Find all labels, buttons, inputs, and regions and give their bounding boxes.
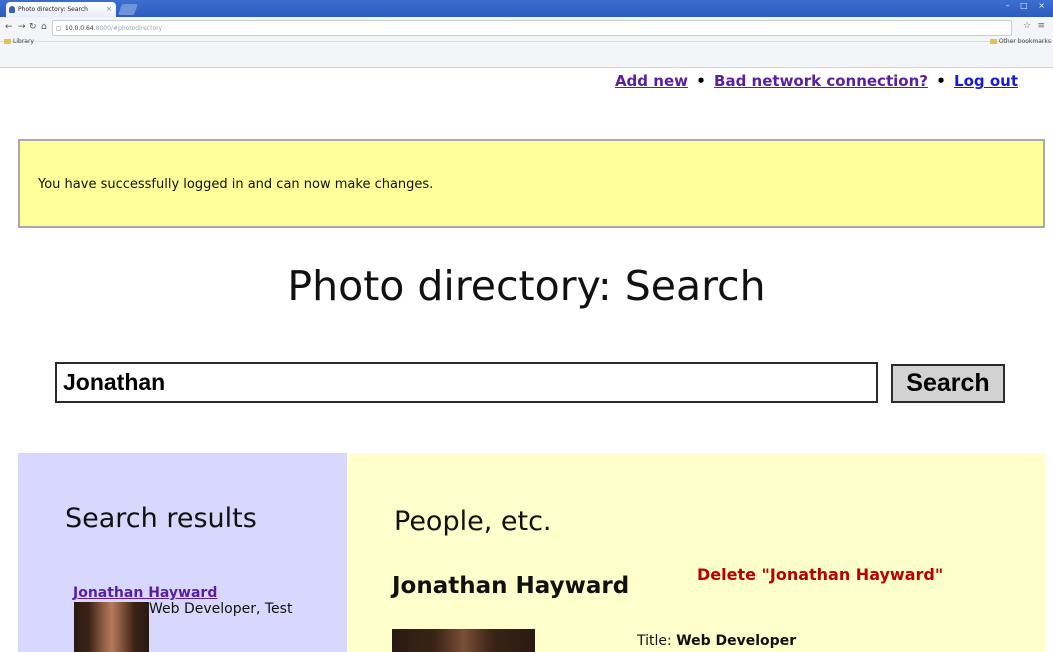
bookmark-other-label: Other bookmarks [998,38,1051,45]
browser-chrome: Photo directory: Search × – □ × ← → ↻ ⌂ … [0,0,1053,68]
bookmark-other[interactable]: Other bookmarks [989,38,1051,45]
folder-icon [989,39,997,44]
notification-banner: You have successfully logged in and can … [18,139,1045,228]
browser-toolbar: ← → ↻ ⌂ ◻ 10.0.0.64:8000/#photodirectory… [0,17,1053,42]
address-host: 10.0.0.64 [65,25,94,32]
bookmark-library-label: Library [13,38,34,45]
tab-strip: Photo directory: Search × – □ × [0,0,1053,17]
people-panel: People, etc. Jonathan Hayward Delete "Jo… [347,453,1045,652]
search-button[interactable]: Search [891,364,1005,403]
forward-icon[interactable]: → [18,22,26,32]
person-favicon-icon [9,6,15,13]
people-heading: People, etc. [394,506,552,537]
page-title: Photo directory: Search [287,262,766,310]
window-controls[interactable]: – □ × [1006,1,1049,10]
title-value: Web Developer [676,633,797,649]
top-navigation: Add new • Bad network connection? • Log … [615,72,1018,90]
nav-separator: • [936,72,946,90]
address-path: :8000/#photodirectory [93,25,163,32]
browser-tab[interactable]: Photo directory: Search × [6,2,116,17]
reload-icon[interactable]: ↻ [29,22,37,32]
bookmark-library[interactable]: Library [4,38,34,45]
new-tab-button[interactable] [117,4,139,15]
search-results-heading: Search results [65,503,257,534]
address-bar[interactable]: ◻ 10.0.0.64:8000/#photodirectory [52,20,1012,36]
home-icon[interactable]: ⌂ [41,22,47,32]
person-title-row: Title: Web Developer [637,633,796,649]
title-label: Title: [637,633,672,649]
bookmarks-bar: Library Other bookmarks [0,38,1053,68]
result-description: Web Developer, Test [149,601,293,617]
log-out-link[interactable]: Log out [954,72,1018,90]
close-tab-icon[interactable]: × [106,2,112,17]
nav-separator: • [696,72,706,90]
notification-message: You have successfully logged in and can … [38,177,434,192]
folder-icon [4,39,11,44]
page-icon: ◻ [56,25,61,32]
add-new-link[interactable]: Add new [615,72,688,90]
delete-person-link[interactable]: Delete "Jonathan Hayward" [697,565,943,584]
result-name-link[interactable]: Jonathan Hayward [73,585,217,601]
wrench-menu-icon[interactable]: ≡ [1037,21,1045,31]
bad-network-link[interactable]: Bad network connection? [714,72,928,90]
person-photo [392,629,535,652]
search-results-panel: Search results Jonathan Hayward Web Deve… [18,453,347,652]
search-input[interactable] [55,362,878,403]
tab-title: Photo directory: Search [18,6,88,13]
bookmark-star-icon[interactable]: ☆ [1023,21,1031,31]
result-photo[interactable] [74,602,149,652]
person-name: Jonathan Hayward [392,573,630,599]
back-icon[interactable]: ← [5,22,13,32]
